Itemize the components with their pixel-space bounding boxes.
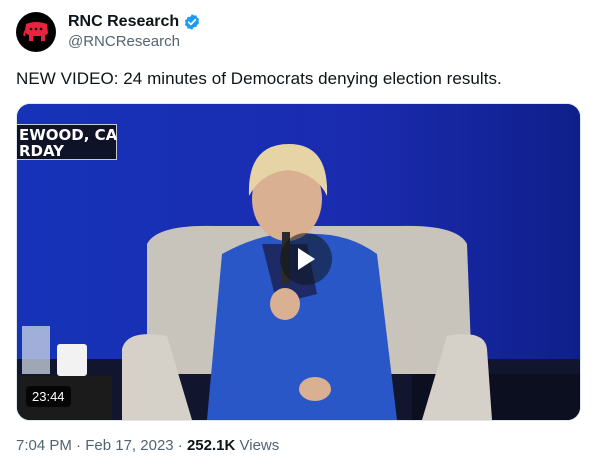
views-label: Views <box>239 437 280 454</box>
elephant-logo-icon <box>23 22 48 41</box>
verified-badge-icon[interactable] <box>183 13 201 31</box>
tweet-time[interactable]: 7:04 PM <box>16 437 72 454</box>
views-count[interactable]: 252.1K <box>187 437 235 454</box>
video-player[interactable]: EWOOD, CA RDAY 23:44 <box>16 103 581 421</box>
meta-separator-2: · <box>177 437 183 454</box>
author-handle[interactable]: @RNCResearch <box>68 33 180 50</box>
tweet-card[interactable]: RNC Research @RNCResearch NEW VIDEO: 24 … <box>0 0 611 473</box>
author-avatar[interactable] <box>16 12 56 52</box>
author-name[interactable]: RNC Research <box>68 13 201 31</box>
meta-separator: · <box>76 437 82 454</box>
play-button[interactable] <box>280 233 332 285</box>
tweet-meta: 7:04 PM · Feb 17, 2023 · 252.1K Views <box>16 437 279 454</box>
play-icon <box>298 248 315 270</box>
tweet-text: NEW VIDEO: 24 minutes of Democrats denyi… <box>16 69 502 88</box>
author-name-text: RNC Research <box>68 13 180 30</box>
video-duration: 23:44 <box>26 386 71 407</box>
location-caption: EWOOD, CA RDAY <box>17 124 118 160</box>
tweet-date[interactable]: Feb 17, 2023 <box>85 437 173 454</box>
